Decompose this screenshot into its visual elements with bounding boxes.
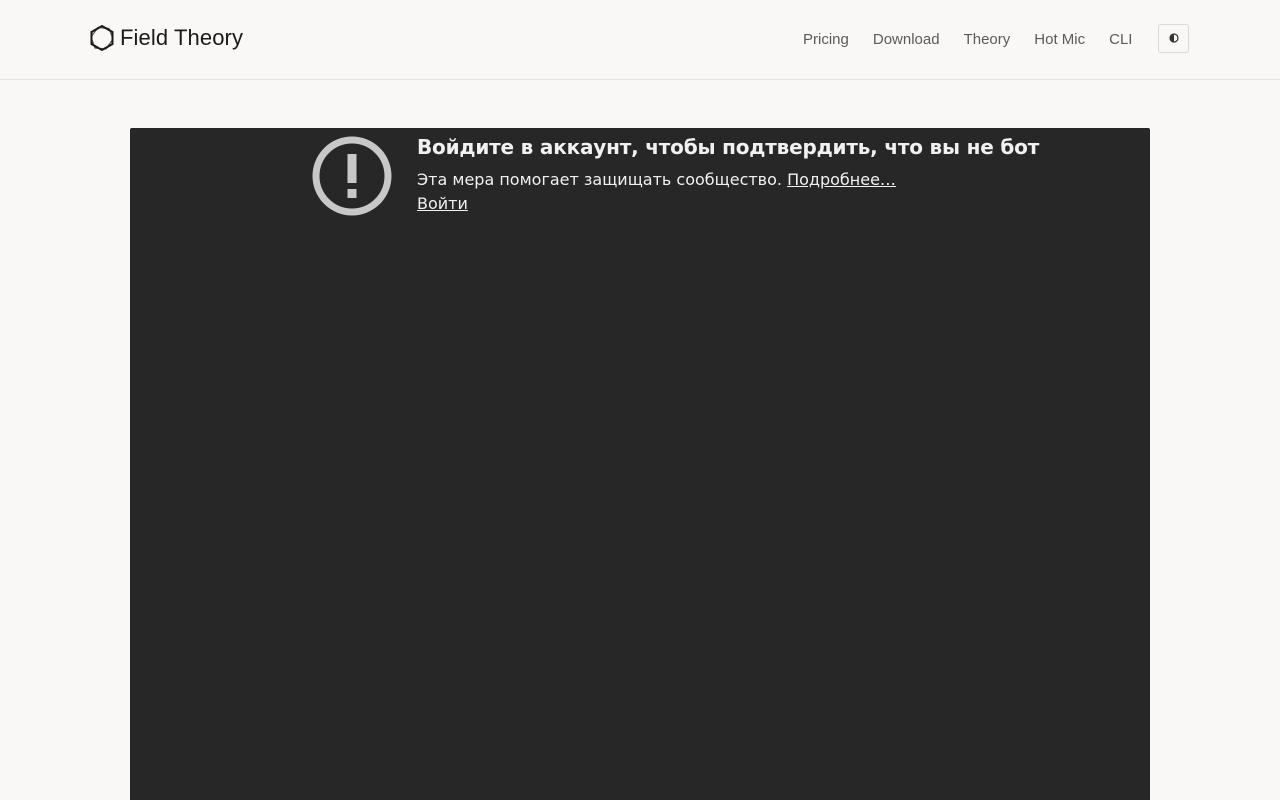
half-circle-contrast-icon [1168, 31, 1179, 46]
hexagon-logo-icon [89, 24, 115, 52]
nav-link-theory[interactable]: Theory [964, 30, 1011, 50]
sign-in-prompt-description: Эта мера помогает защищать сообщество. П… [417, 168, 1117, 192]
nav-link-pricing[interactable]: Pricing [803, 30, 849, 50]
video-embed: Войдите в аккаунт, чтобы подтвердить, чт… [130, 128, 1150, 800]
sign-in-prompt: Войдите в аккаунт, чтобы подтвердить, чт… [417, 133, 1117, 216]
nav-link-download[interactable]: Download [873, 30, 940, 50]
site-header: Field Theory Pricing Download Theory Hot… [0, 0, 1280, 80]
nav-link-hot-mic[interactable]: Hot Mic [1034, 30, 1085, 50]
theme-toggle-button[interactable] [1158, 24, 1189, 53]
main-nav: Pricing Download Theory Hot Mic CLI [803, 30, 1132, 50]
brand-logo-link[interactable]: Field Theory [89, 24, 243, 52]
description-text: Эта мера помогает защищать сообщество. [417, 170, 782, 189]
sign-in-prompt-title: Войдите в аккаунт, чтобы подтвердить, чт… [417, 135, 1040, 159]
brand-name: Field Theory [120, 25, 244, 50]
exclamation-circle-icon [311, 135, 393, 217]
learn-more-link[interactable]: Подробнее… [787, 170, 896, 189]
nav-link-cli[interactable]: CLI [1109, 30, 1132, 50]
sign-in-link[interactable]: Войти [417, 192, 1117, 216]
